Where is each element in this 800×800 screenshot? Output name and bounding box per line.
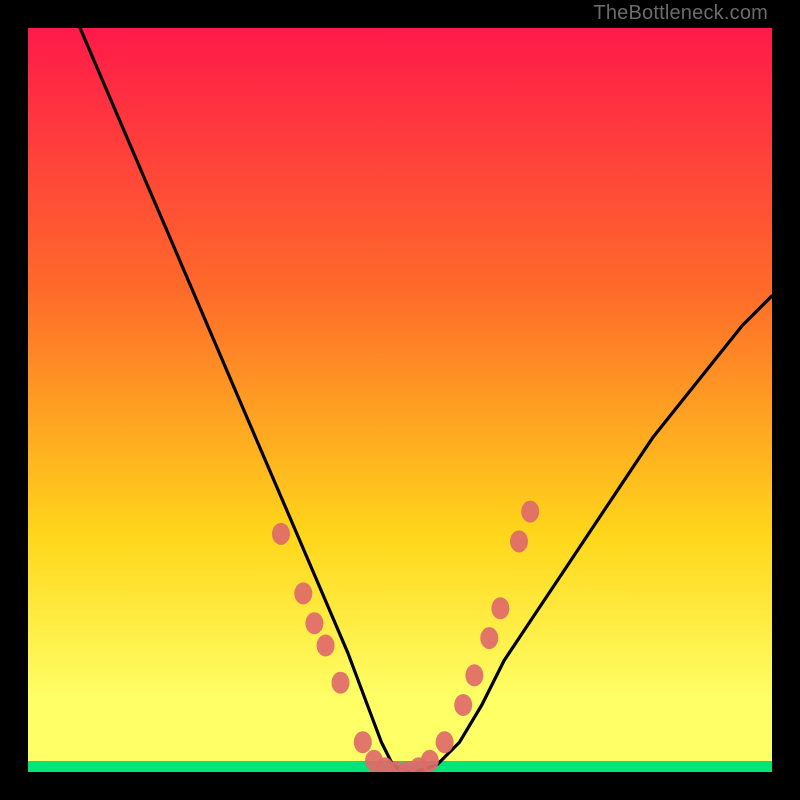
bottleneck-chart [28,28,772,772]
curve-marker [454,694,472,716]
curve-marker [465,664,483,686]
curve-marker [510,530,528,552]
curve-marker [521,501,539,523]
curve-marker [436,731,454,753]
chart-background [28,28,772,772]
curve-marker [272,523,290,545]
curve-marker [332,672,350,694]
curve-marker [421,750,439,772]
curve-marker [317,635,335,657]
curve-marker [354,731,372,753]
watermark-text: TheBottleneck.com [593,2,768,25]
curve-marker [491,597,509,619]
curve-marker [294,582,312,604]
curve-marker [305,612,323,634]
chart-frame [28,28,772,772]
curve-marker [480,627,498,649]
